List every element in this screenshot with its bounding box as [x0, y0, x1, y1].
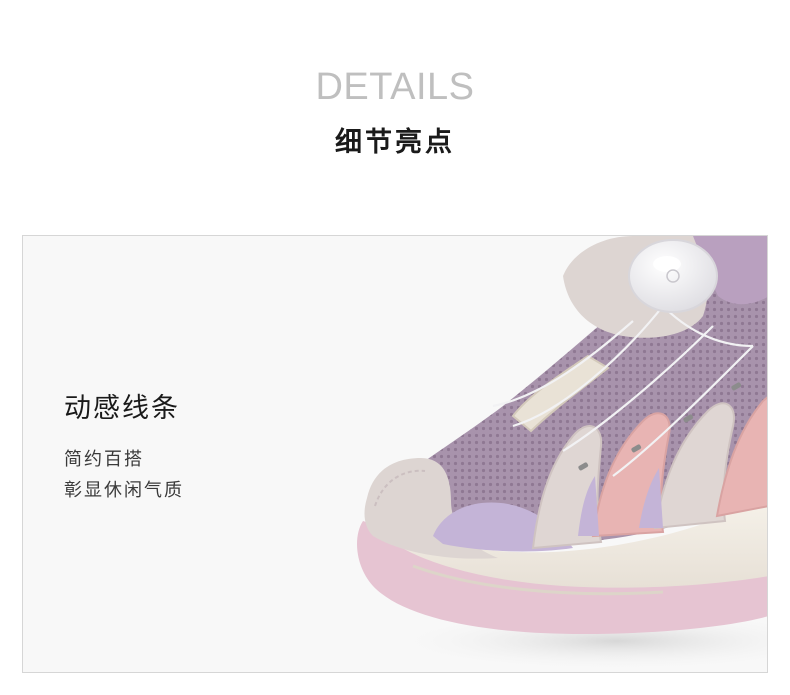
feature-line-1: 简约百搭 — [64, 449, 144, 470]
feature-line-2: 彰显休闲气质 — [64, 480, 184, 501]
section-title-cn: 细节亮点 — [335, 127, 455, 158]
dial-highlight — [653, 256, 681, 272]
detail-card: 动感线条 简约百搭 彰显休闲气质 — [22, 235, 768, 673]
section-title-en: DETAILS — [315, 66, 475, 108]
feature-title: 动感线条 — [64, 393, 180, 424]
lace-dial — [628, 239, 718, 313]
shoe-photo — [357, 236, 767, 671]
